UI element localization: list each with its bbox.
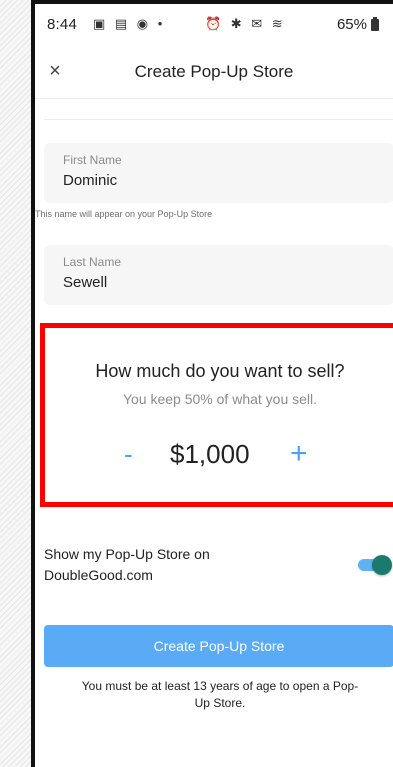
- sell-question: How much do you want to sell?: [95, 361, 345, 381]
- last-name-value[interactable]: Sewell: [63, 274, 107, 291]
- sell-amount-value: $1,000: [170, 439, 250, 469]
- last-name-label: Last Name: [63, 255, 122, 269]
- notification-icons: ▣ ▤ ◉ •: [93, 16, 166, 31]
- last-name-field[interactable]: Last Name Sewell: [44, 245, 393, 305]
- sell-subtitle: You keep 50% of what you sell.: [122, 391, 318, 407]
- status-bar: 8:44 ▣ ▤ ◉ • ⏰ ✱ ✉ ≋ 65%: [35, 4, 393, 38]
- first-name-field[interactable]: First Name Dominic: [44, 143, 393, 203]
- age-requirement-note: You must be at least 13 years of age to …: [81, 679, 359, 710]
- decrease-amount-button[interactable]: -: [124, 436, 133, 472]
- phone-screen: 8:44 ▣ ▤ ◉ • ⏰ ✱ ✉ ≋ 65% × Create Pop-Up…: [31, 0, 393, 767]
- app-header: × Create Pop-Up Store: [35, 54, 393, 99]
- sell-amount-stepper: - $1,000 +: [45, 436, 393, 472]
- toggle-knob: [372, 555, 392, 575]
- battery-icon: [371, 17, 379, 31]
- battery-percent: 65%: [336, 16, 367, 33]
- first-name-value[interactable]: Dominic: [63, 172, 117, 189]
- section-divider: [44, 119, 393, 120]
- first-name-label: First Name: [63, 153, 122, 167]
- first-name-helper-text: This name will appear on your Pop-Up Sto…: [35, 209, 213, 219]
- increase-amount-button[interactable]: +: [290, 436, 308, 472]
- show-store-toggle[interactable]: [358, 555, 392, 575]
- page-title: Create Pop-Up Store: [134, 62, 294, 81]
- create-pop-up-store-button[interactable]: Create Pop-Up Store: [44, 625, 393, 667]
- sell-amount-highlight-box: How much do you want to sell? You keep 5…: [40, 323, 393, 507]
- show-store-toggle-label: Show my Pop-Up Store on DoubleGood.com: [44, 546, 210, 583]
- show-store-toggle-row: Show my Pop-Up Store on DoubleGood.com: [44, 544, 393, 588]
- status-time: 8:44: [47, 16, 77, 33]
- system-status-icons: ⏰ ✱ ✉ ≋: [205, 16, 286, 31]
